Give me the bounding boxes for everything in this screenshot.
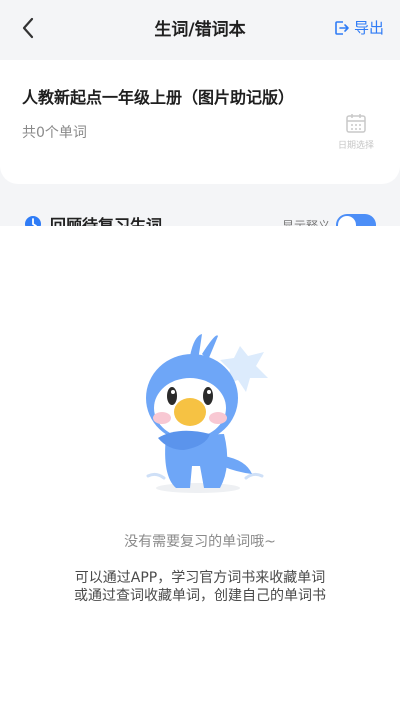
empty-title: 没有需要复习的单词哦~: [124, 534, 276, 550]
clock-icon: [25, 216, 41, 226]
empty-description: 可以通过APP，学习官方词书来收藏单词 或通过查词收藏单词，创建自己的单词书: [0, 569, 400, 605]
export-label: 导出: [353, 19, 384, 37]
top-bar: 生词/错词本 导出: [0, 0, 400, 56]
date-picker-button[interactable]: 日期选择: [334, 112, 378, 151]
review-label: 回顾待复习生词: [50, 216, 163, 226]
book-card: 人教新起点一年级上册（图片助记版） 共0个单词 日期选择: [0, 60, 400, 184]
mascot-illustration: [146, 334, 268, 493]
review-header: 回顾待复习生词 显示释义: [0, 196, 400, 226]
export-icon: [335, 20, 349, 35]
date-picker-label: 日期选择: [337, 141, 374, 151]
meaning-toggle[interactable]: [336, 214, 376, 226]
book-title: 人教新起点一年级上册（图片助记版）: [22, 88, 295, 107]
export-button[interactable]: 导出: [334, 17, 384, 38]
calendar-icon: [346, 114, 366, 133]
meaning-label: 显示释义: [281, 218, 330, 227]
empty-desc-line-2: 或通过查词收藏单词，创建自己的单词书: [74, 588, 326, 604]
word-count: 共0个单词: [22, 125, 87, 141]
empty-state: 没有需要复习的单词哦~ 可以通过APP，学习官方词书来收藏单词 或通过查词收藏单…: [0, 226, 400, 711]
empty-desc-line-1: 可以通过APP，学习官方词书来收藏单词: [74, 570, 326, 586]
